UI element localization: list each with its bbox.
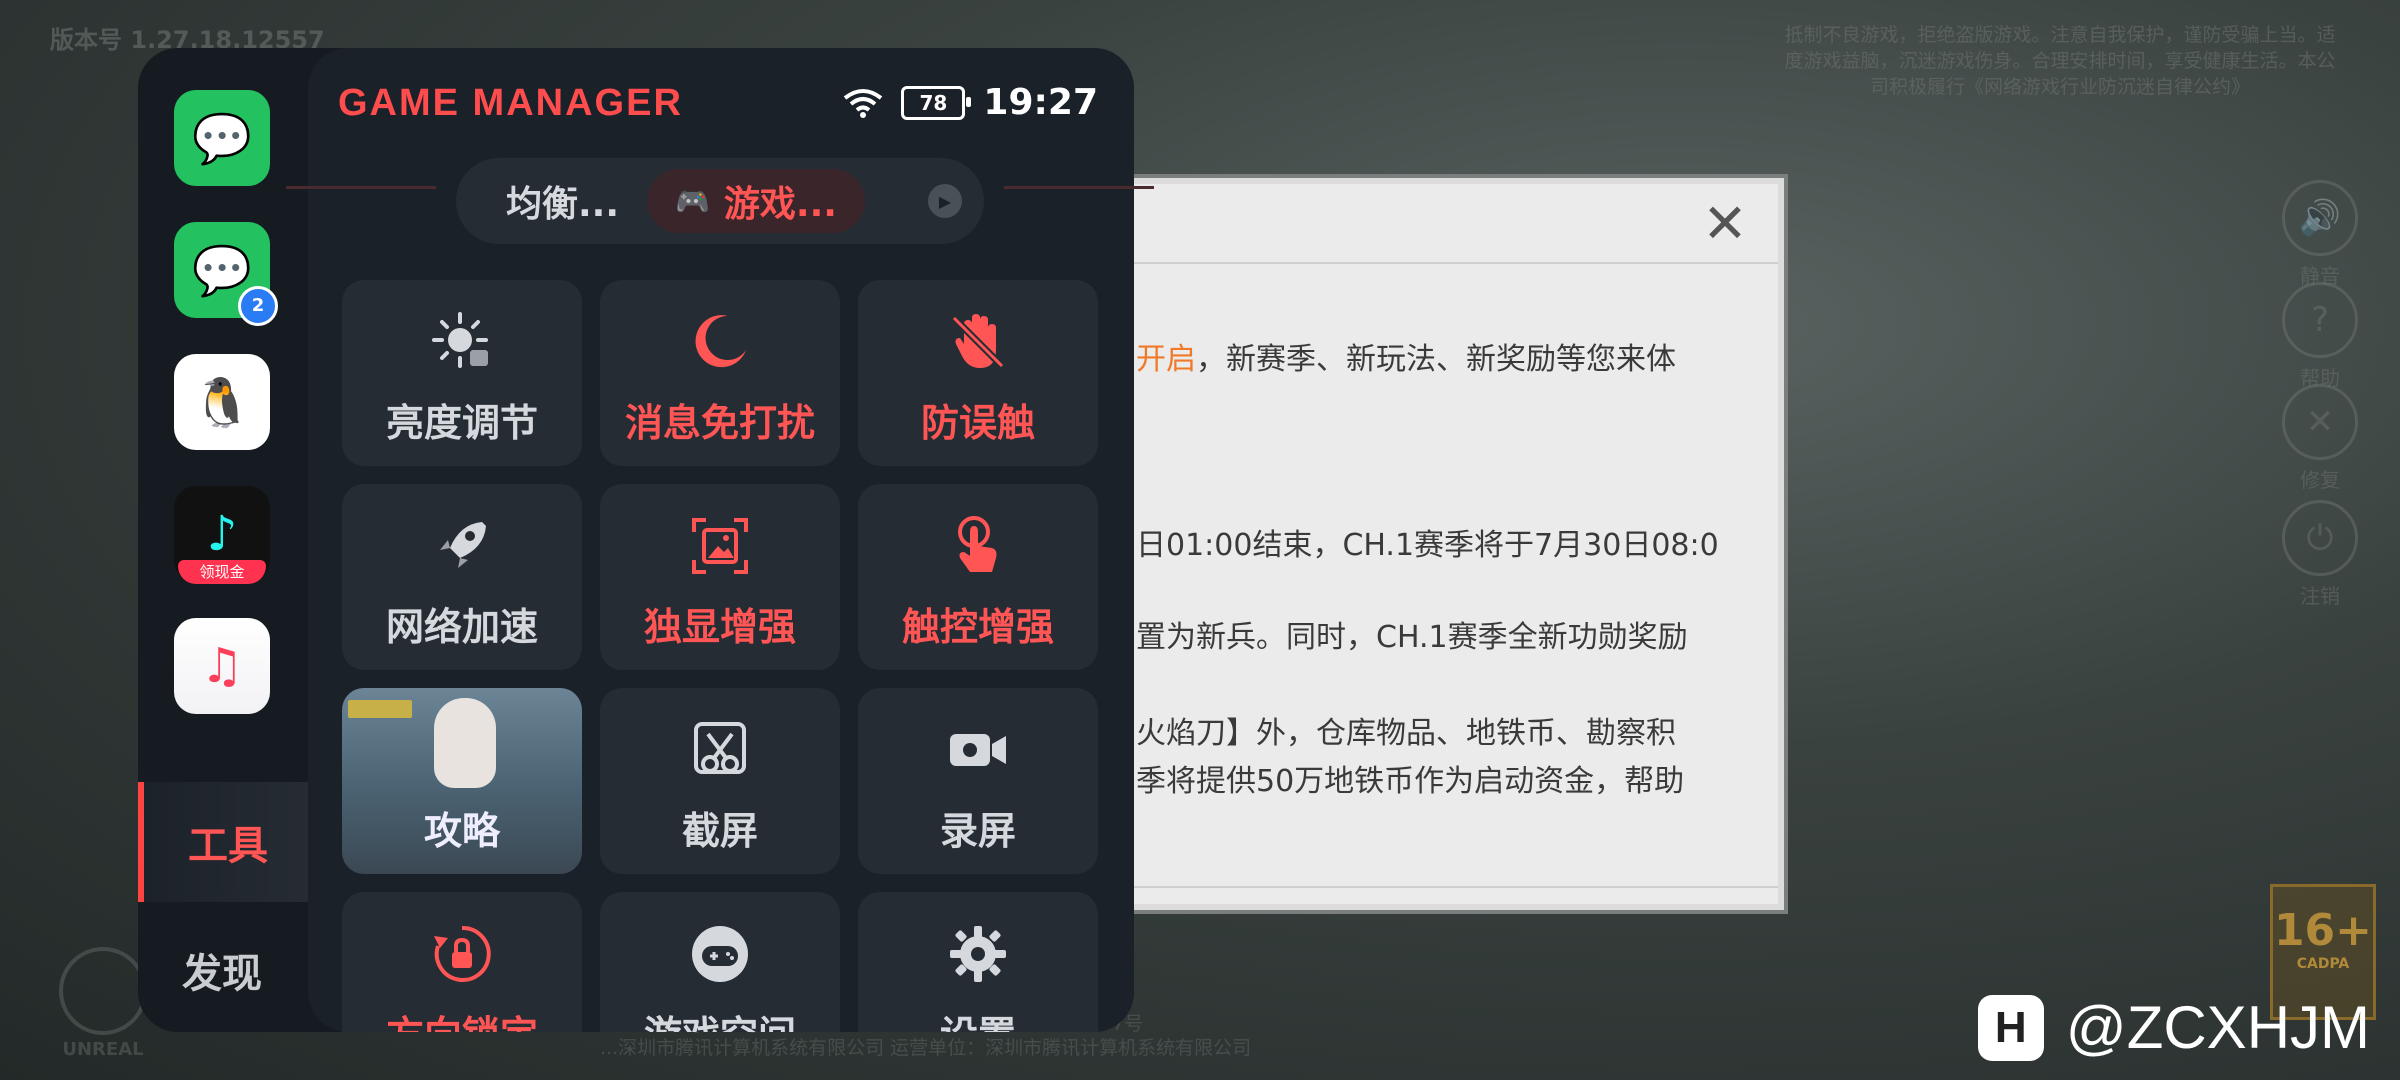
tile-label: 攻略 xyxy=(423,809,500,853)
tile-label: 网络加速 xyxy=(385,605,538,649)
qq-app[interactable]: 🐧 xyxy=(174,354,270,450)
tile-display-enhance[interactable]: 独显增强 xyxy=(600,484,840,670)
guide-thumbnail xyxy=(434,698,496,788)
power-icon: ⏻ xyxy=(2282,500,2358,576)
tile-label: 消息免打扰 xyxy=(624,401,815,445)
wechat-clone-app[interactable]: 💬 2 xyxy=(174,222,278,326)
touch-icon xyxy=(858,514,1098,578)
cash-tag: 领现金 xyxy=(178,560,266,584)
notice-line: 日01:00结束，CH.1赛季将于7月30日08:0 xyxy=(1136,528,1719,563)
settings-icon xyxy=(858,922,1098,986)
repair-label: 修复 xyxy=(2300,468,2340,492)
logout-label: 注销 xyxy=(2300,584,2340,608)
record-icon xyxy=(858,718,1098,782)
decor-line xyxy=(286,186,436,229)
tab-tools[interactable]: 工具 xyxy=(138,782,312,902)
tile-label: 触控增强 xyxy=(901,605,1054,649)
notice-dialog: ✕ 开启，新赛季、新玩法、新奖励等您来体 日01:00结束，CH.1赛季将于7月… xyxy=(1080,178,1784,910)
guide-thumbnail-tag xyxy=(348,700,412,718)
wechat-app[interactable]: 💬 xyxy=(174,90,270,186)
notice-line: 置为新兵。同时，CH.1赛季全新功勋奖励 xyxy=(1136,620,1688,655)
penguin-icon: 🐧 xyxy=(192,374,252,431)
gamepad-icon xyxy=(600,922,840,986)
mute-button[interactable]: 🔊 静音 xyxy=(2280,180,2360,289)
health-notice: 抵制不良游戏，拒绝盗版游戏。注意自我保护，谨防受骗上当。适度游戏益脑，沉迷游戏伤… xyxy=(1784,24,2336,98)
chat-bubble-icon: 💬 xyxy=(192,242,252,299)
mode-gaming-label: 游戏... xyxy=(723,184,837,225)
age-rating: 16+ xyxy=(2273,905,2373,956)
tile-network-boost[interactable]: 网络加速 xyxy=(342,484,582,670)
tile-rotation-lock[interactable]: 方向锁定 xyxy=(342,892,582,1032)
tile-guide[interactable]: 攻略 xyxy=(342,688,582,874)
close-icon[interactable]: ✕ xyxy=(1700,197,1750,252)
tile-label: 方向锁定 xyxy=(342,1004,582,1032)
age-rating-sub: CADPA xyxy=(2296,956,2350,972)
rotation-lock-icon xyxy=(342,922,582,986)
speaker-icon: 🔊 xyxy=(2282,180,2358,256)
help-button[interactable]: ? 帮助 xyxy=(2280,282,2360,391)
tile-settings[interactable]: 设置 xyxy=(858,892,1098,1032)
status-bar: 78 19:27 xyxy=(843,82,1098,123)
question-icon: ? xyxy=(2282,282,2358,358)
panel-title: GAME MANAGER xyxy=(338,82,683,124)
music-icon: ♫ xyxy=(200,638,244,694)
screenshot-icon xyxy=(600,718,840,782)
tile-label: 游戏空间 xyxy=(600,1004,840,1032)
watermark-logo-icon: H xyxy=(1977,994,2044,1061)
mode-balanced[interactable]: 均衡... xyxy=(478,169,647,233)
clone-badge: 2 xyxy=(238,286,278,326)
performance-mode-bar: 均衡... 🎮 游戏... ▶ xyxy=(286,158,1154,244)
tile-brightness[interactable]: 亮度调节 xyxy=(342,280,582,466)
image-enhance-icon xyxy=(600,514,840,578)
hand-block-icon xyxy=(858,310,1098,374)
app-rail: 💬 💬 2 🐧 ♪ 领现金 ♫ xyxy=(138,48,306,778)
battery-icon: 78 xyxy=(901,85,972,120)
battery-level: 78 xyxy=(919,90,948,115)
brightness-icon xyxy=(342,310,582,374)
tile-label: 录屏 xyxy=(939,809,1016,853)
tile-screenshot[interactable]: 截屏 xyxy=(600,688,840,874)
tile-label: 独显增强 xyxy=(643,605,796,649)
tile-touch-enhance[interactable]: 触控增强 xyxy=(858,484,1098,670)
repair-button[interactable]: ✕ 修复 xyxy=(2280,384,2360,493)
music-note-icon: ♪ xyxy=(206,506,238,562)
tile-anti-touch[interactable]: 防误触 xyxy=(858,280,1098,466)
wifi-icon xyxy=(844,88,883,118)
wrench-icon: ✕ xyxy=(2282,384,2358,460)
tile-screen-record[interactable]: 录屏 xyxy=(858,688,1098,874)
chat-bubble-icon: 💬 xyxy=(192,110,252,167)
watermark-text: @ZCXHJM xyxy=(2065,994,2370,1061)
bottom-notice-line: ...深圳市腾讯计算机系统有限公司 运营单位：深圳市腾讯计算机系统有限公司 xyxy=(600,1037,1252,1059)
logout-button[interactable]: ⏻ 注销 xyxy=(2280,500,2360,609)
notice-divider xyxy=(1086,886,1778,888)
decor-line xyxy=(1004,186,1154,229)
music-app[interactable]: ♫ xyxy=(174,618,270,714)
watermark: H @ZCXHJM xyxy=(1977,993,2370,1062)
rocket-icon xyxy=(342,514,582,578)
tile-do-not-disturb[interactable]: 消息免打扰 xyxy=(600,280,840,466)
engine-label: UNREAL xyxy=(62,1039,144,1060)
tile-game-space[interactable]: 游戏空间 xyxy=(600,892,840,1032)
mode-gaming[interactable]: 🎮 游戏... xyxy=(647,169,865,233)
tile-label: 防误触 xyxy=(920,401,1035,445)
unreal-icon xyxy=(59,947,147,1035)
notice-line: 季将提供50万地铁币作为启动资金，帮助 xyxy=(1136,764,1685,799)
notice-line: 开启，新赛季、新玩法、新奖励等您来体 xyxy=(1136,342,1676,377)
notice-header: ✕ xyxy=(1086,184,1778,264)
tools-content: GAME MANAGER 78 19:27 均衡... 🎮 游戏... ▶ 亮度… xyxy=(286,48,1154,1032)
gamepad-icon: 🎮 xyxy=(675,184,710,218)
moon-icon xyxy=(600,310,840,374)
clock: 19:27 xyxy=(983,82,1098,123)
tiktok-app[interactable]: ♪ 领现金 xyxy=(174,486,270,584)
tile-label: 截屏 xyxy=(681,809,758,853)
tab-discover[interactable]: 发现 xyxy=(138,910,306,1030)
tile-label: 亮度调节 xyxy=(385,401,538,445)
play-icon[interactable]: ▶ xyxy=(928,184,962,218)
notice-line: 火焰刀】外，仓库物品、地铁币、勘察积 xyxy=(1136,716,1676,751)
tile-label: 设置 xyxy=(858,1004,1098,1032)
